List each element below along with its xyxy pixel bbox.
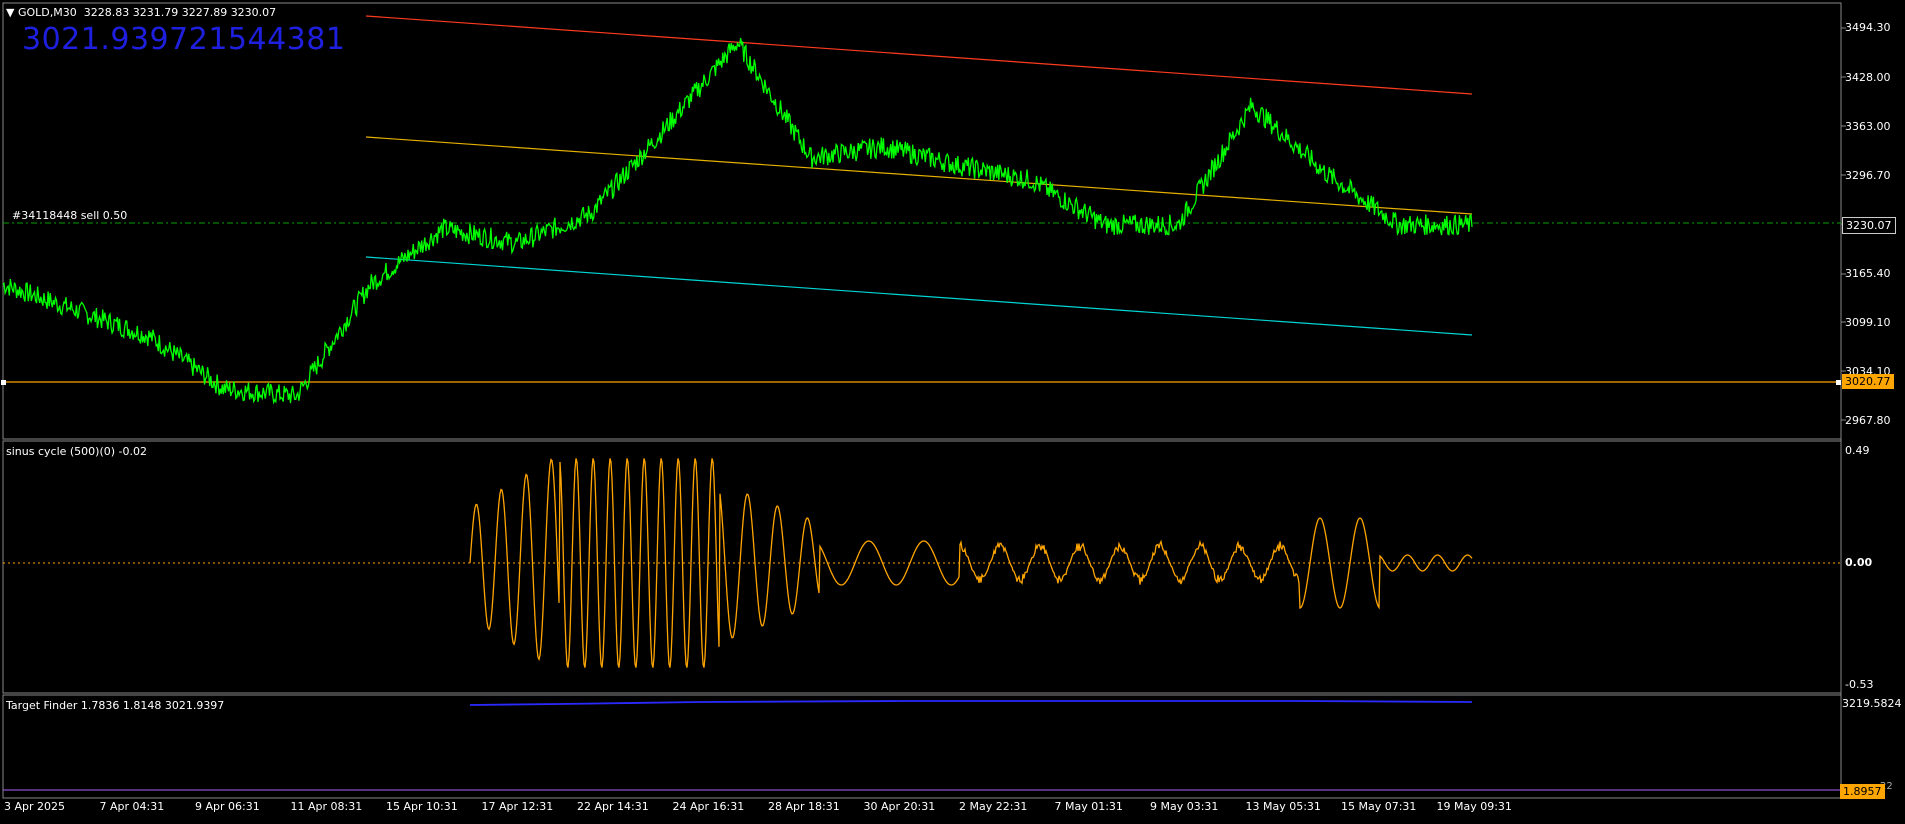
time-tick: 17 Apr 12:31 xyxy=(481,800,554,813)
hline-handle-left xyxy=(1,380,6,385)
collapse-triangle-icon[interactable]: ▼ xyxy=(6,6,14,19)
chart-canvas[interactable] xyxy=(0,0,1905,820)
upper-channel-line xyxy=(365,15,1473,95)
sinus-oscillator-line xyxy=(469,458,1473,668)
time-tick: 11 Apr 08:31 xyxy=(290,800,363,813)
time-tick: 13 May 05:31 xyxy=(1245,800,1321,813)
target-tick: 3219.5824 xyxy=(1842,697,1902,710)
target-panel-frame xyxy=(2,694,1842,799)
hline-handle-right xyxy=(1836,380,1841,385)
price-tick: 3099.10 xyxy=(1845,316,1891,329)
price-tick: 3363.00 xyxy=(1845,120,1891,133)
sinus-panel-label: sinus cycle (500)(0) -0.02 xyxy=(6,445,148,458)
time-tick: 9 May 03:31 xyxy=(1150,800,1219,813)
time-tick: 7 Apr 04:31 xyxy=(99,800,165,813)
target-panel-label: Target Finder 1.7836 1.8148 3021.9397 xyxy=(6,699,225,712)
price-series-line xyxy=(2,37,1473,405)
time-tick: 15 Apr 10:31 xyxy=(386,800,458,813)
lower-channel-line xyxy=(365,256,1473,336)
overlay-price-text: 3021.939721544381 xyxy=(22,22,346,57)
time-tick: 24 Apr 16:31 xyxy=(672,800,745,813)
ohlc-values: 3228.83 3231.79 3227.89 3230.07 xyxy=(83,6,277,19)
target-value-tag: 1.8957 xyxy=(1840,784,1885,799)
symbol-header: ▼ GOLD,M30 3228.83 3231.79 3227.89 3230.… xyxy=(6,6,276,19)
price-tick: 2967.80 xyxy=(1845,414,1891,427)
sinus-tick: 0.00 xyxy=(1845,556,1873,569)
main-panel-frame xyxy=(2,2,1842,440)
price-tick: 3165.40 xyxy=(1845,267,1891,280)
sinus-panel-frame xyxy=(2,440,1842,694)
target-finder-line xyxy=(469,700,1473,706)
chart-window[interactable]: ▼ GOLD,M30 3228.83 3231.79 3227.89 3230.… xyxy=(0,0,1905,820)
time-tick: 2 May 22:31 xyxy=(959,800,1028,813)
price-tick: 3428.00 xyxy=(1845,71,1891,84)
time-tick: 28 Apr 18:31 xyxy=(768,800,840,813)
sinus-tick: 0.49 xyxy=(1845,444,1870,457)
order-label[interactable]: #34118448 sell 0.50 xyxy=(12,209,127,222)
time-tick: 19 May 09:31 xyxy=(1436,800,1512,813)
sinus-tick: -0.53 xyxy=(1845,678,1874,691)
time-tick: 30 Apr 20:31 xyxy=(863,800,936,813)
time-tick: 9 Apr 06:31 xyxy=(195,800,260,813)
hline-price-tag[interactable]: 3020.77 xyxy=(1842,374,1894,389)
price-tick: 3296.70 xyxy=(1845,169,1891,182)
current-price-tag: 3230.07 xyxy=(1842,217,1896,234)
time-tick: 15 May 07:31 xyxy=(1341,800,1417,813)
time-tick: 3 Apr 2025 xyxy=(4,800,66,813)
time-tick: 22 Apr 14:31 xyxy=(577,800,649,813)
symbol-name: GOLD,M30 xyxy=(17,6,77,19)
time-tick: 7 May 01:31 xyxy=(1054,800,1123,813)
price-tick: 3494.30 xyxy=(1845,21,1891,34)
